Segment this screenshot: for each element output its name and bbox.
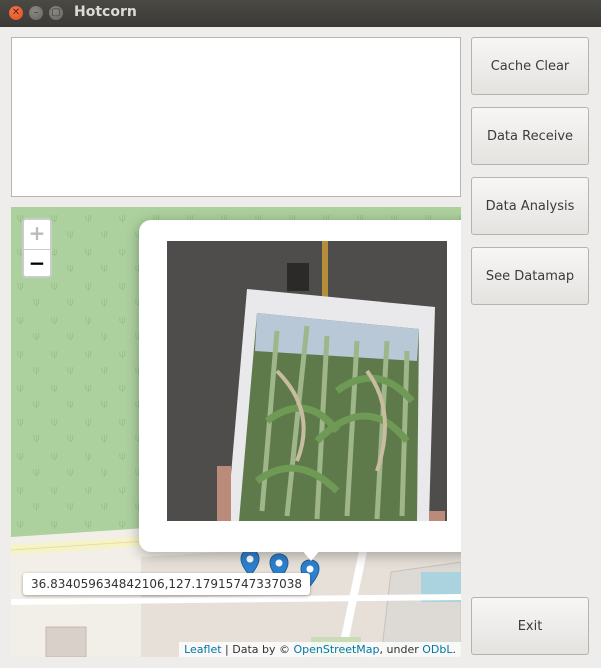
coordinate-readout: 36.834059634842106,127.17915747337038 [23,573,311,595]
odbl-link[interactable]: ODbL [422,643,452,656]
corn-field-photo [167,241,447,521]
title-bar: ✕ – ▢ Hotcorn [0,0,601,27]
window-maximize-icon[interactable]: ▢ [49,6,63,20]
see-datamap-button[interactable]: See Datamap [471,247,589,305]
attribution-text: , under [379,643,423,656]
attribution-text: . [452,643,457,656]
map-popup[interactable] [139,220,461,552]
exit-button[interactable]: Exit [471,597,589,655]
data-analysis-button[interactable]: Data Analysis [471,177,589,235]
map-attribution: Leaflet | Data by © OpenStreetMap, under… [179,642,461,657]
zoom-in-button[interactable]: + [24,220,50,250]
leaflet-link[interactable]: Leaflet [184,643,221,656]
window-title: Hotcorn [74,4,137,20]
attribution-text: | Data by © [221,643,294,656]
openstreetmap-link[interactable]: OpenStreetMap [294,643,380,656]
window-minimize-icon[interactable]: – [29,6,43,20]
cache-clear-button[interactable]: Cache Clear [471,37,589,95]
zoom-control: + − [22,218,52,278]
popup-tip [301,549,321,561]
data-receive-button[interactable]: Data Receive [471,107,589,165]
zoom-out-button[interactable]: − [24,250,50,279]
window-close-icon[interactable]: ✕ [9,6,23,20]
log-text-area[interactable] [11,37,461,197]
map-view[interactable]: ⍦ ⍦ + − [11,207,461,657]
